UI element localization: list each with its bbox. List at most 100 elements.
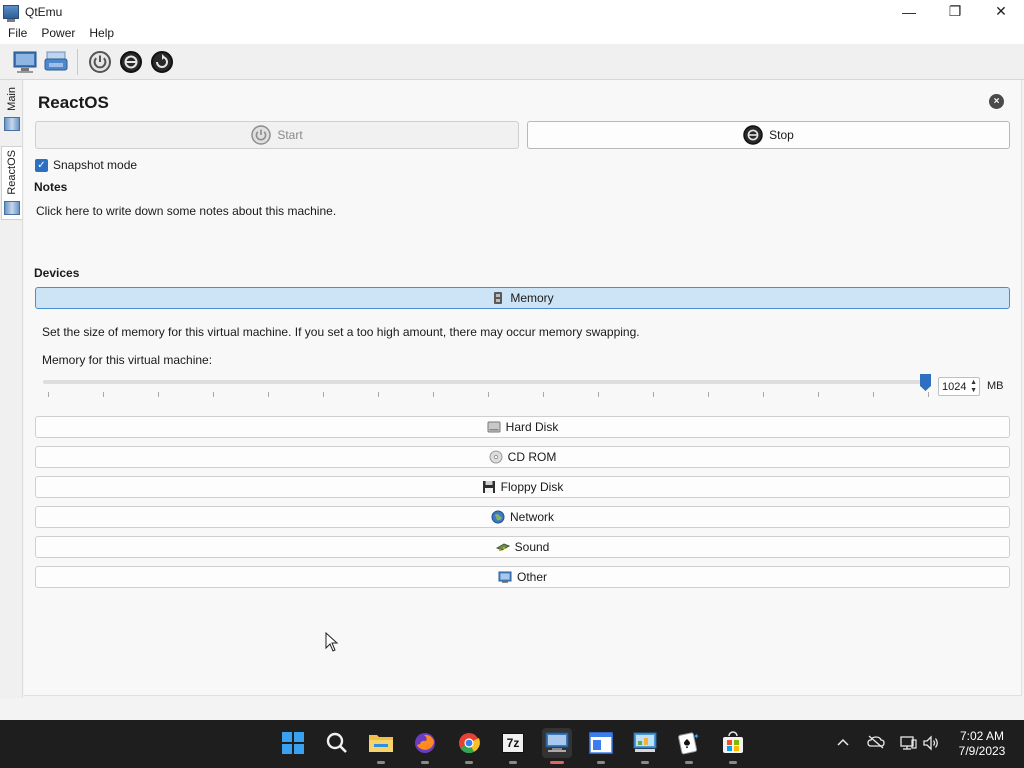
notepad-icon [589, 732, 613, 754]
qtemu-taskbar[interactable] [542, 728, 572, 764]
volume-icon[interactable] [922, 735, 940, 754]
tab-reactos-label: ReactOS [6, 150, 18, 195]
slider-tick [873, 392, 874, 397]
slider-tick [488, 392, 489, 397]
stop-power-icon [743, 125, 763, 145]
new-machine-button[interactable] [10, 47, 40, 77]
memory-label: Memory for this virtual machine: [42, 353, 213, 367]
slider-tick [103, 392, 104, 397]
chrome-taskbar[interactable] [454, 728, 484, 764]
minimize-button[interactable]: — [886, 0, 932, 23]
notes-field[interactable]: Click here to write down some notes abou… [36, 204, 336, 218]
active-indicator [550, 761, 564, 764]
window-title: QtEmu [25, 4, 63, 19]
main-machine-icon [3, 116, 20, 131]
tab-reactos[interactable]: ReactOS [1, 146, 22, 220]
close-button[interactable]: ✕ [978, 0, 1024, 23]
memory-description: Set the size of memory for this virtual … [42, 325, 640, 339]
slider-tick [653, 392, 654, 397]
running-indicator [597, 761, 605, 764]
maximize-button[interactable]: ❐ [932, 0, 978, 23]
slider-tick [818, 392, 819, 397]
start-button-label: Start [277, 128, 303, 142]
device-network-button[interactable]: Network [35, 506, 1010, 528]
notepad-taskbar[interactable] [586, 728, 616, 764]
chrome-icon [459, 733, 480, 754]
tab-main-label: Main [5, 87, 18, 111]
device-other-button[interactable]: Other [35, 566, 1010, 588]
network-status-icon[interactable] [899, 735, 917, 754]
qtemu-icon [545, 732, 569, 752]
file-explorer-taskbar[interactable] [366, 728, 396, 764]
store-taskbar[interactable] [718, 728, 748, 764]
slider-tick [48, 392, 49, 397]
qtemu-app-icon [3, 4, 19, 22]
device-network-label: Network [509, 510, 554, 524]
memory-icon [494, 292, 503, 304]
slider-tick [378, 392, 379, 397]
running-indicator [729, 761, 737, 764]
new-machine-icon [13, 51, 37, 73]
control-panel-icon [633, 732, 657, 752]
power-on-icon [89, 50, 111, 73]
machine-settings-button[interactable] [41, 47, 71, 77]
sevenzip-taskbar[interactable]: 7z [498, 728, 528, 764]
reset-icon [151, 50, 173, 73]
file-explorer-icon [369, 735, 393, 752]
menu-help[interactable]: Help [82, 23, 121, 44]
menu-power[interactable]: Power [34, 23, 82, 44]
stop-button-label: Stop [769, 128, 794, 142]
memory-slider-handle[interactable] [920, 374, 931, 391]
solitaire-icon: ✦ [678, 732, 700, 755]
toolbar [0, 44, 1024, 80]
close-machine-icon[interactable]: × [989, 94, 1004, 109]
window-controls: — ❐ ✕ [886, 0, 1024, 23]
memory-spinbox[interactable]: 1024 ▲ ▼ [938, 377, 980, 396]
start-button[interactable]: Start [35, 121, 519, 149]
slider-tick [433, 392, 434, 397]
control-panel-taskbar[interactable] [630, 728, 660, 764]
slider-tick [543, 392, 544, 397]
show-hidden-icons-chevron-icon[interactable] [836, 735, 850, 752]
spin-arrows-icon[interactable]: ▲ ▼ [970, 379, 977, 395]
snapshot-checkbox[interactable]: ✓ [35, 158, 48, 172]
running-indicator [509, 761, 517, 764]
system-clock[interactable]: 7:02 AM 7/9/2023 [950, 729, 1014, 759]
device-other-label: Other [516, 570, 547, 584]
power-off-button[interactable] [116, 47, 146, 77]
tab-main[interactable]: Main [1, 84, 22, 135]
hard-disk-icon [487, 421, 501, 433]
solitaire-taskbar[interactable]: ✦ [674, 728, 704, 764]
reset-button[interactable] [147, 47, 177, 77]
device-cd-rom-button[interactable]: CD ROM [35, 446, 1010, 468]
snapshot-mode-toggle[interactable]: ✓ Snapshot mode [35, 158, 137, 172]
stop-button[interactable]: Stop [527, 121, 1010, 149]
onedrive-offline-icon[interactable] [867, 735, 885, 752]
firefox-icon [415, 733, 435, 753]
machine-panel: ReactOS × Start Stop ✓ Snapshot mode Not… [24, 80, 1024, 698]
device-sound-button[interactable]: Sound [35, 536, 1010, 558]
menu-file[interactable]: File [0, 23, 34, 44]
clock-time: 7:02 AM [959, 729, 1005, 743]
slider-tick [763, 392, 764, 397]
cd-rom-icon [489, 450, 503, 464]
search-button-taskbar[interactable] [322, 728, 352, 758]
firefox-taskbar[interactable] [410, 728, 440, 764]
memory-slider-track[interactable] [43, 380, 927, 384]
running-indicator [465, 761, 473, 764]
slider-tick [323, 392, 324, 397]
memory-value: 1024 [942, 380, 967, 393]
device-hard-disk-button[interactable]: Hard Disk [35, 416, 1010, 438]
power-on-button[interactable] [85, 47, 115, 77]
menu-bar: File Power Help [0, 23, 1024, 44]
device-memory-button[interactable]: Memory [35, 287, 1010, 309]
start-button-taskbar[interactable] [278, 728, 308, 758]
device-floppy-disk-label: Floppy Disk [500, 480, 564, 494]
start-power-icon [251, 125, 272, 145]
7zip-icon: 7z [502, 733, 524, 753]
running-indicator [641, 761, 649, 764]
snapshot-mode-label: Snapshot mode [53, 158, 138, 172]
other-device-icon [498, 571, 512, 583]
device-floppy-disk-button[interactable]: Floppy Disk [35, 476, 1010, 498]
start-icon [282, 732, 304, 754]
